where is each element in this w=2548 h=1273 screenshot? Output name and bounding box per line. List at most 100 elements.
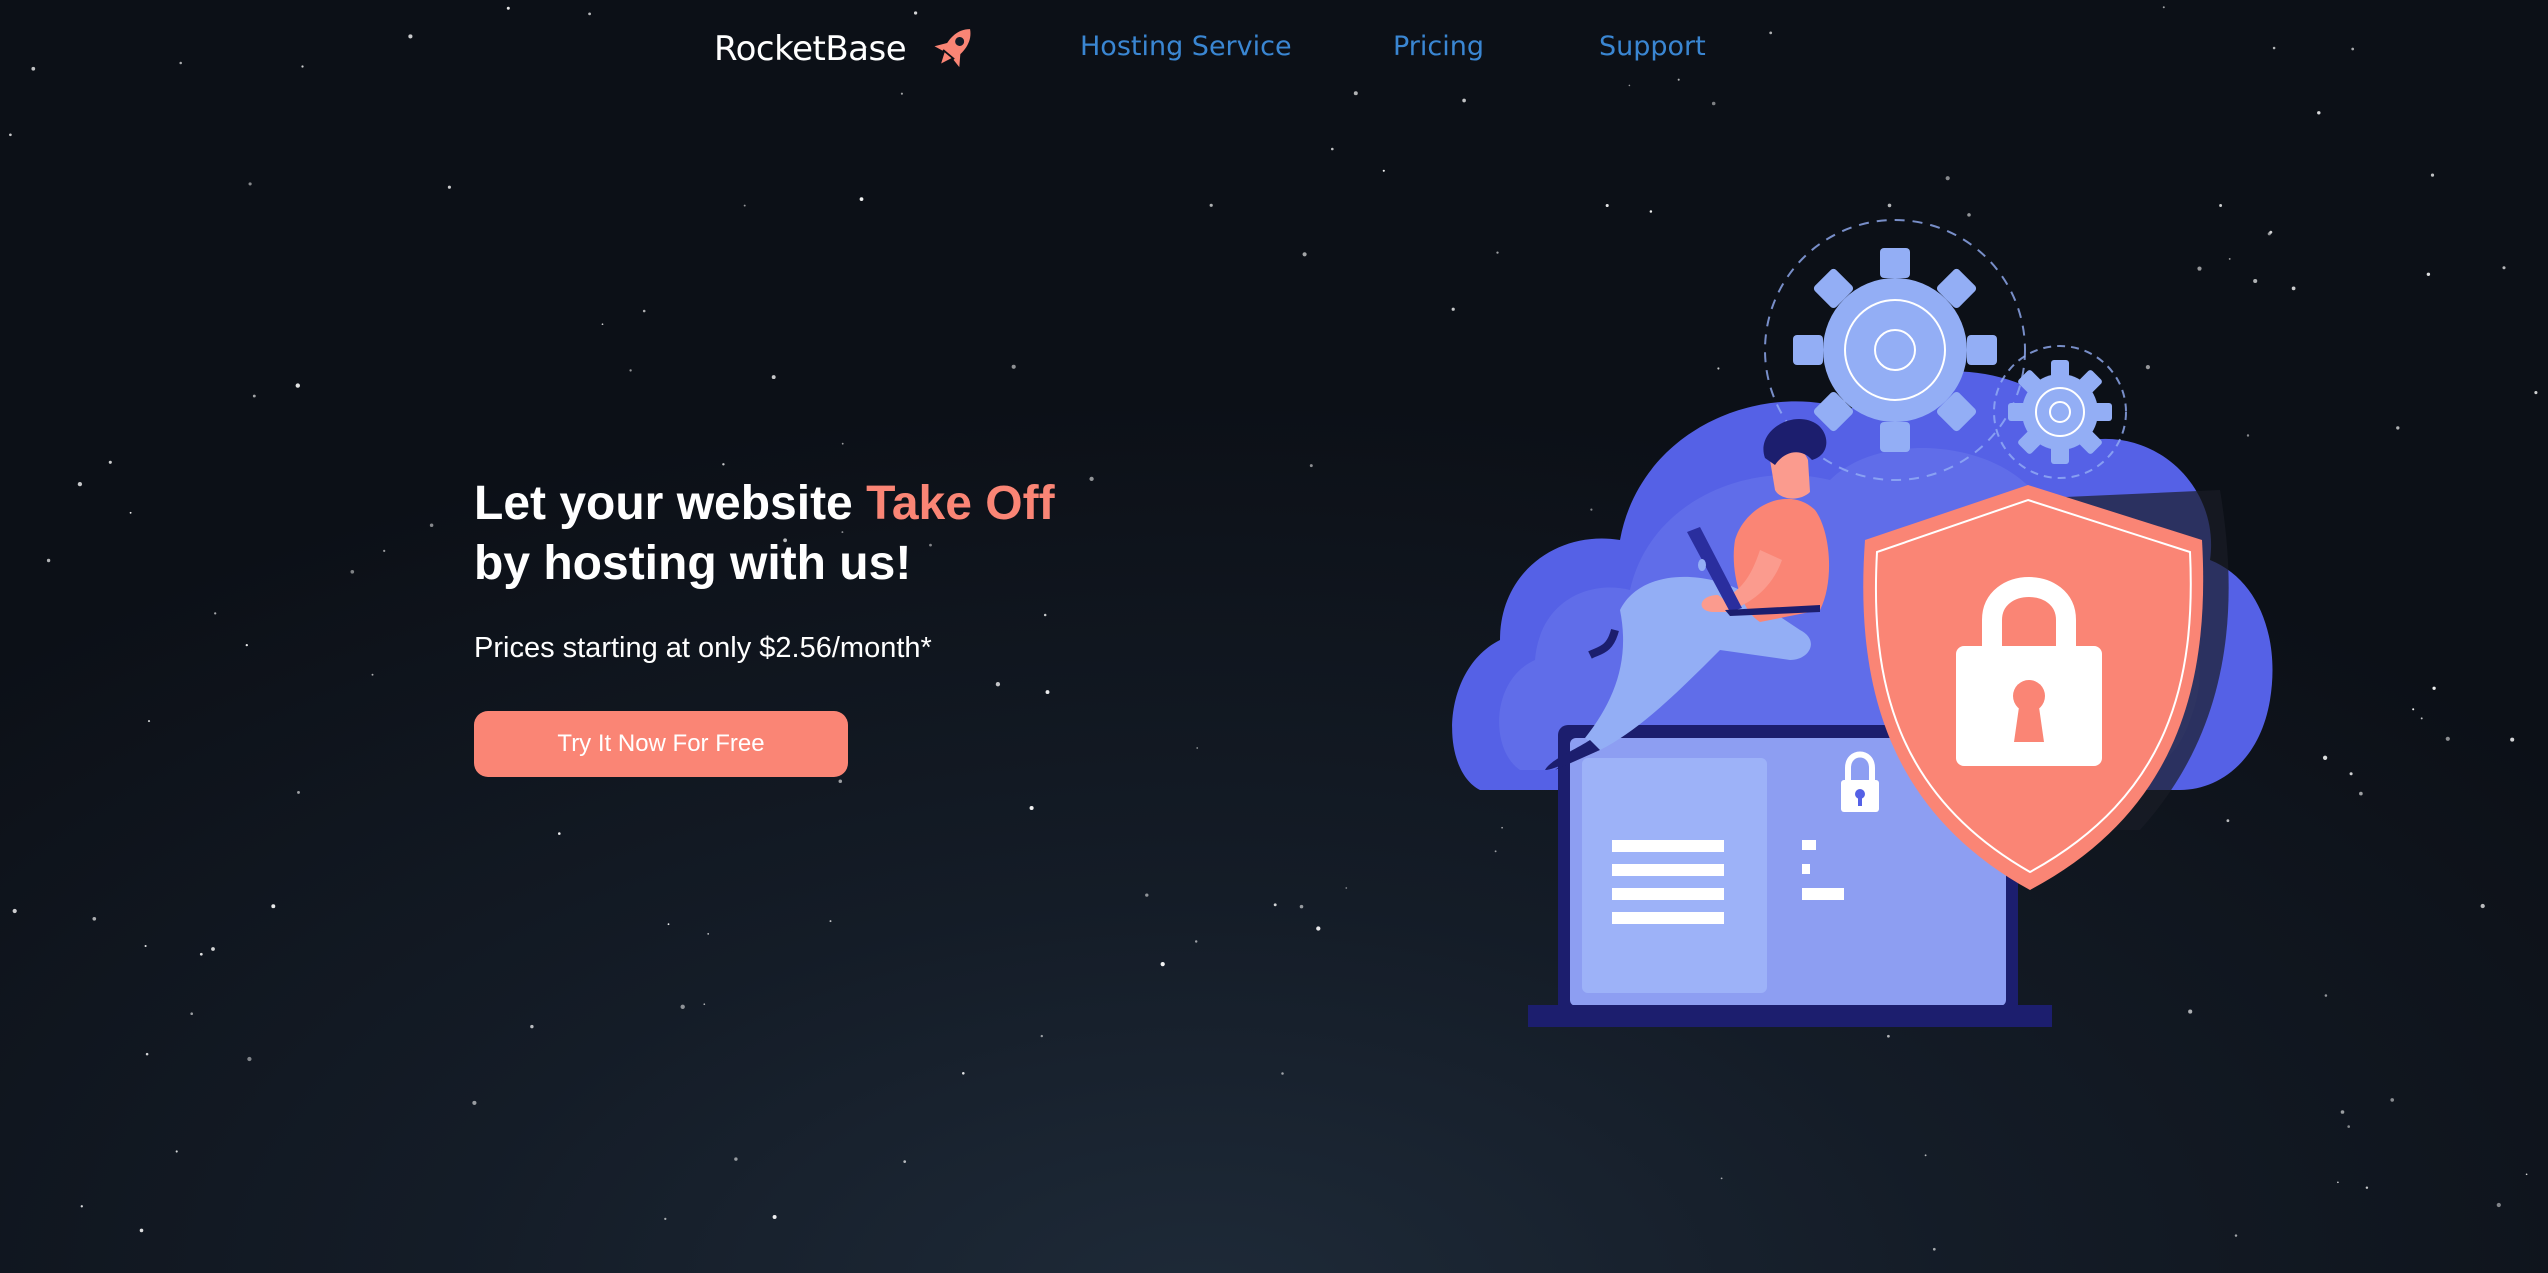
star xyxy=(1711,101,1716,106)
star xyxy=(1160,961,1165,967)
star xyxy=(2340,1110,2345,1114)
star xyxy=(350,569,355,574)
star xyxy=(558,832,561,835)
star xyxy=(734,1157,738,1161)
hero-title-part2: by hosting with us! xyxy=(474,537,912,590)
top-navigation: RocketBase Hosting Service Pricing Suppo… xyxy=(0,0,2548,100)
star xyxy=(1330,147,1334,151)
star xyxy=(1720,1177,1723,1180)
star xyxy=(1145,893,1149,897)
star xyxy=(829,920,832,923)
star xyxy=(667,923,670,926)
brand-logo-link[interactable]: RocketBase xyxy=(714,24,982,74)
nav-link-hosting-service[interactable]: Hosting Service xyxy=(1080,31,1292,62)
star xyxy=(1196,747,1199,749)
star xyxy=(1011,364,1016,369)
hero-title-part1: Let your website xyxy=(474,477,867,530)
star xyxy=(199,952,203,956)
star xyxy=(295,383,300,388)
hero-title-accent: Take Off xyxy=(866,477,1055,530)
star xyxy=(2337,1181,2339,1184)
hero-illustration xyxy=(1452,219,2273,1027)
star xyxy=(214,612,217,615)
star xyxy=(722,463,725,466)
star xyxy=(12,908,17,914)
star xyxy=(1932,1247,1936,1251)
rocket-icon xyxy=(934,29,971,68)
star xyxy=(859,197,864,201)
star xyxy=(2219,204,2223,207)
star xyxy=(1345,887,1348,889)
star xyxy=(2496,1202,2501,1208)
nav-link-pricing[interactable]: Pricing xyxy=(1393,31,1484,62)
star xyxy=(1043,613,1047,617)
star xyxy=(144,944,147,948)
star xyxy=(1605,203,1609,208)
star xyxy=(771,375,776,380)
star xyxy=(252,394,256,398)
star xyxy=(2420,717,2423,720)
star xyxy=(601,323,604,326)
star xyxy=(530,1024,534,1029)
star xyxy=(2480,903,2485,909)
star xyxy=(1924,1154,1927,1157)
star xyxy=(383,549,386,553)
star xyxy=(2426,272,2431,277)
star xyxy=(46,558,51,563)
star xyxy=(2291,286,2296,291)
star xyxy=(2534,391,2538,395)
star xyxy=(175,1150,178,1153)
star xyxy=(2396,426,2400,430)
hero-title: Let your website Take Off by hosting with… xyxy=(474,474,1174,594)
star xyxy=(1945,176,1950,181)
nav-link-support[interactable]: Support xyxy=(1599,31,1706,62)
star xyxy=(129,511,132,514)
star xyxy=(1887,203,1892,208)
star xyxy=(629,369,632,372)
star xyxy=(2390,1098,2395,1102)
star xyxy=(1316,926,1321,931)
star xyxy=(108,460,112,464)
star xyxy=(211,947,215,951)
star xyxy=(2432,686,2436,690)
star xyxy=(2349,772,2353,776)
star xyxy=(1302,252,1307,257)
star xyxy=(2322,755,2328,760)
star xyxy=(2412,708,2415,711)
star xyxy=(271,904,276,909)
star xyxy=(1209,203,1213,207)
star xyxy=(1281,1072,1284,1075)
star xyxy=(2324,994,2328,997)
star xyxy=(248,182,252,186)
star xyxy=(1045,690,1050,695)
star xyxy=(642,309,646,313)
star xyxy=(429,523,434,528)
star xyxy=(371,673,374,676)
star xyxy=(2525,1173,2528,1176)
star xyxy=(2359,791,2363,796)
star xyxy=(447,185,451,189)
star xyxy=(472,1100,477,1105)
star xyxy=(2234,1234,2238,1237)
star xyxy=(962,1072,965,1075)
star xyxy=(92,916,97,921)
star xyxy=(995,682,1001,687)
star xyxy=(2430,173,2435,177)
star xyxy=(2365,1186,2369,1189)
star xyxy=(145,1052,149,1056)
star xyxy=(2502,266,2506,270)
star xyxy=(2510,737,2515,742)
star xyxy=(9,133,12,137)
brand-name: RocketBase xyxy=(714,29,907,69)
star xyxy=(77,481,83,487)
star xyxy=(247,1056,252,1062)
star xyxy=(743,204,746,207)
star xyxy=(1040,1034,1043,1038)
star xyxy=(1299,904,1304,909)
star xyxy=(2317,111,2321,115)
star xyxy=(703,1003,706,1006)
star xyxy=(664,1217,667,1221)
star xyxy=(2347,1125,2350,1128)
try-it-free-button[interactable]: Try It Now For Free xyxy=(474,711,848,777)
star xyxy=(680,1004,685,1009)
